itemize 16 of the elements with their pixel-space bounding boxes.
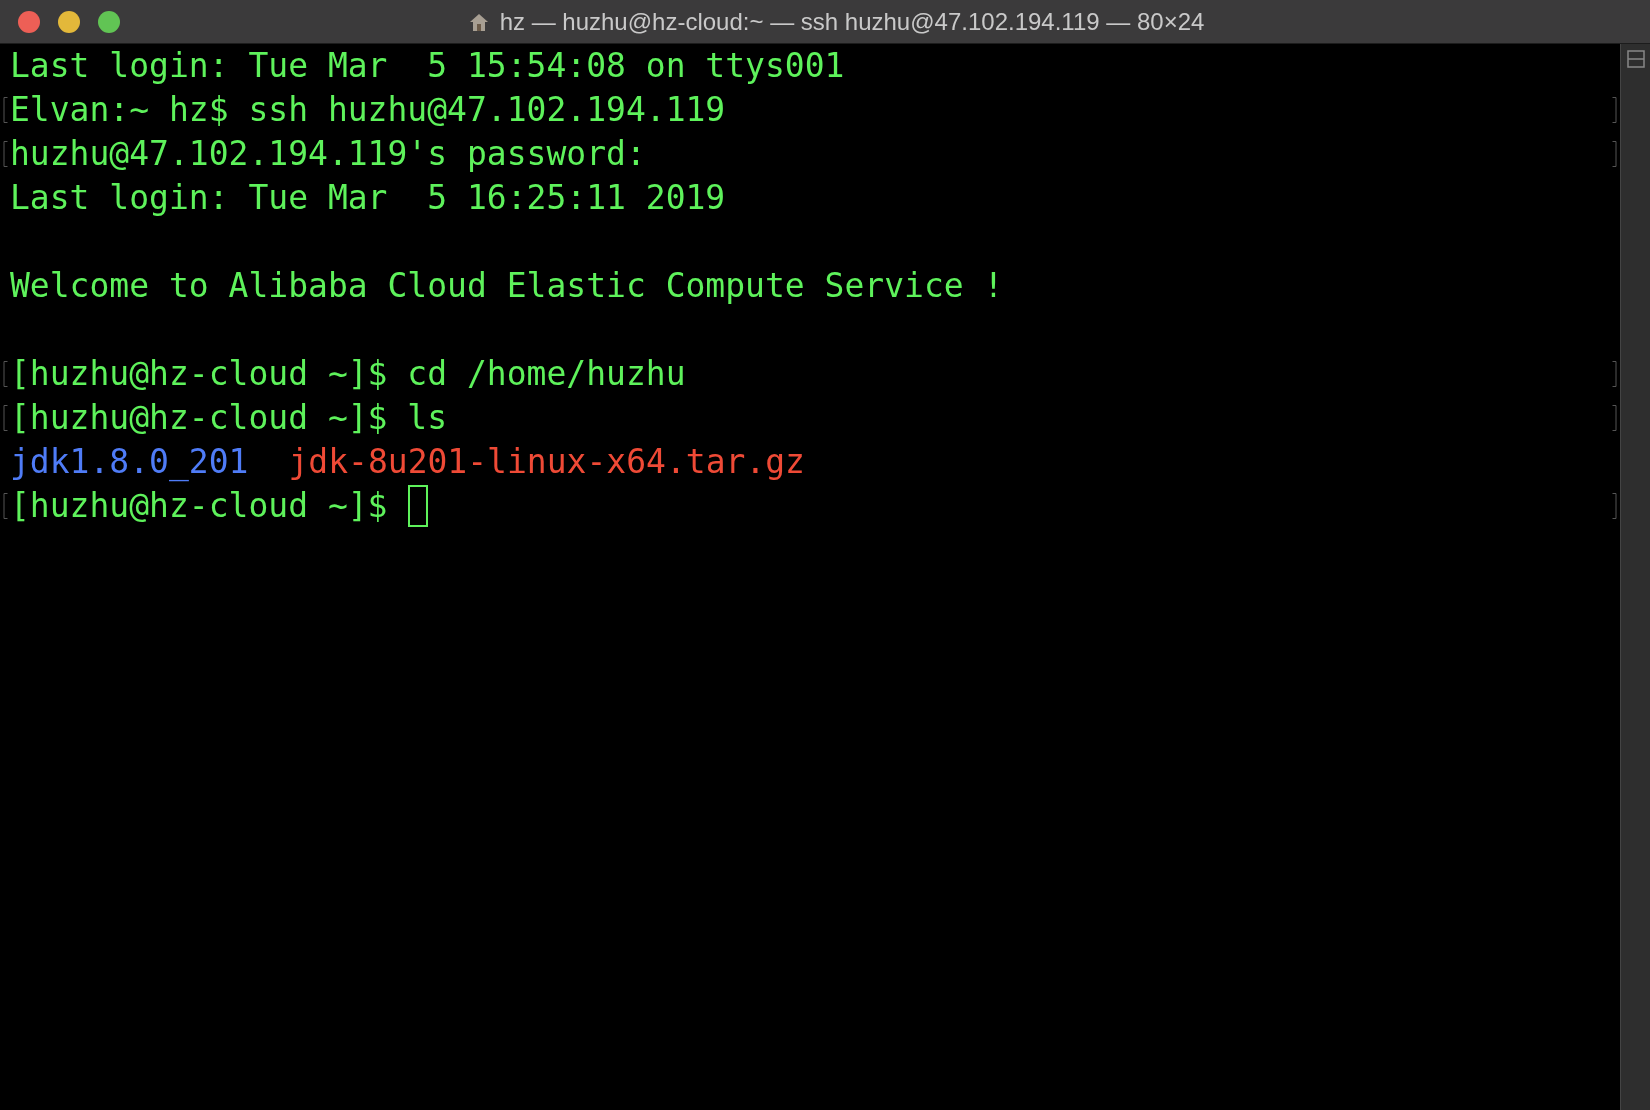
terminal-text: [huzhu@hz-cloud ~]$ cd /home/huzhu <box>10 353 686 395</box>
terminal-text: Last login: Tue Mar 5 16:25:11 2019 <box>10 177 726 219</box>
terminal-text: jdk1.8.0_201 <box>10 441 249 484</box>
terminal-text: huzhu@47.102.194.119's password: <box>10 133 646 175</box>
maximize-button[interactable] <box>98 10 120 33</box>
close-button[interactable] <box>18 10 40 33</box>
terminal-text: Welcome to Alibaba Cloud Elastic Compute Service ! <box>10 265 1004 307</box>
minimize-button[interactable] <box>58 10 80 33</box>
terminal-text: jdk-8u201-linux-x64.tar.gz <box>288 441 805 483</box>
terminal-text: [huzhu@hz-cloud ~]$ ls <box>10 397 448 439</box>
split-pane-icon[interactable] <box>1626 50 1645 68</box>
window-title: hz — huzhu@hz-cloud:~ — ssh huzhu@47.102.194.119 — 80×24 <box>499 6 1205 37</box>
terminal-text: Last login: Tue Mar 5 15:54:08 on ttys001 <box>10 45 845 87</box>
scrollbar[interactable] <box>1620 44 1650 1110</box>
terminal-text: [huzhu@hz-cloud ~]$ <box>10 485 388 527</box>
terminal-text: Elvan:~ hz$ ssh huzhu@47.102.194.119 <box>10 89 726 131</box>
